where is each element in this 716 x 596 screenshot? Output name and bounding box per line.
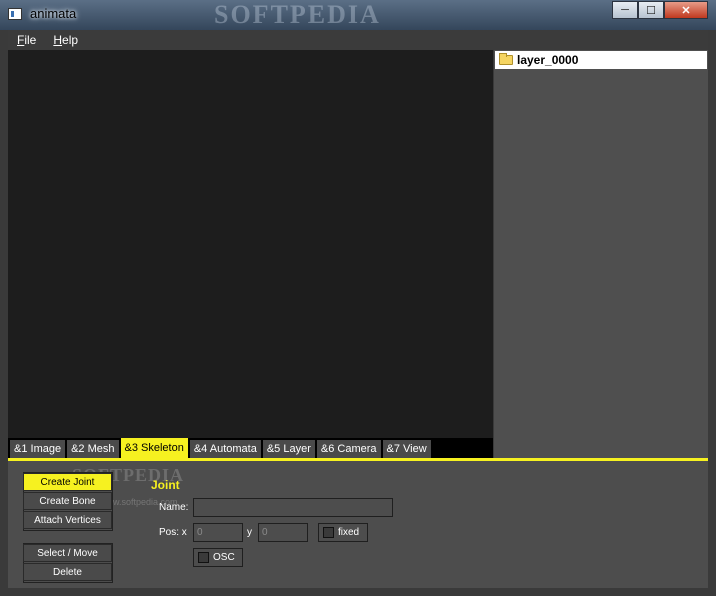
delete-button[interactable]: Delete (23, 563, 112, 581)
pos-x-label: Pos: x (159, 527, 187, 538)
name-label: Name: (159, 502, 189, 513)
layer-tree[interactable]: layer_0000 (494, 50, 708, 458)
menu-help-accel: H (53, 33, 63, 47)
pos-y-label: y (247, 527, 252, 538)
joint-section-title: Joint (151, 478, 180, 492)
menu-help[interactable]: Help (53, 33, 78, 47)
tab-automata[interactable]: &4 Automata (189, 440, 261, 458)
create-bone-button[interactable]: Create Bone (23, 492, 112, 510)
window-title: animata (30, 6, 77, 21)
softpedia-watermark: SOFTPEDIA (214, 0, 381, 29)
menu-help-label: elp (62, 33, 79, 47)
tab-layer[interactable]: &5 Layer (262, 440, 315, 458)
mode-tab-bar: &1 Image &2 Mesh &3 Skeleton &4 Automata… (8, 438, 493, 458)
pos-x-input[interactable] (193, 523, 243, 542)
tab-mesh[interactable]: &2 Mesh (67, 440, 119, 458)
editor-canvas[interactable] (8, 50, 493, 438)
osc-checkbox-box[interactable] (198, 552, 209, 563)
close-button[interactable]: ✕ (664, 1, 708, 19)
window-controls: ─ ☐ ✕ (612, 1, 708, 19)
menu-bar: File Help (8, 30, 708, 50)
tab-image[interactable]: &1 Image (10, 440, 66, 458)
osc-label: OSC (213, 552, 235, 563)
fixed-label: fixed (338, 527, 360, 538)
layer-name: layer_0000 (517, 53, 579, 67)
tab-view[interactable]: &7 View (382, 440, 431, 458)
menu-file[interactable]: File (17, 33, 36, 47)
pos-y-input[interactable] (258, 523, 308, 542)
layer-item[interactable]: layer_0000 (495, 51, 707, 69)
skeleton-tool-panel: SOFTPEDIA www.softpedia.com Create Joint… (8, 461, 708, 588)
maximize-button[interactable]: ☐ (638, 1, 664, 19)
create-joint-button[interactable]: Create Joint (23, 473, 112, 491)
app-icon (8, 8, 22, 20)
tab-camera[interactable]: &6 Camera (316, 440, 381, 458)
attach-vertices-button[interactable]: Attach Vertices (23, 511, 112, 529)
fixed-checkbox[interactable]: fixed (318, 523, 368, 542)
fixed-checkbox-box[interactable] (323, 527, 334, 538)
select-move-button[interactable]: Select / Move (23, 544, 112, 562)
joint-name-input[interactable] (193, 498, 393, 517)
minimize-button[interactable]: ─ (612, 1, 638, 19)
menu-file-label: ile (24, 33, 37, 47)
osc-checkbox[interactable]: OSC (193, 548, 243, 567)
folder-icon (499, 53, 513, 65)
tab-skeleton[interactable]: &3 Skeleton (120, 438, 188, 458)
title-bar[interactable]: SOFTPEDIA animata ─ ☐ ✕ (0, 0, 716, 30)
